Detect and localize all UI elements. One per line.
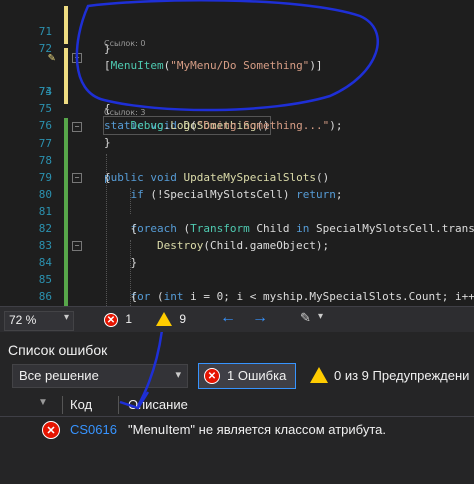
code-line[interactable]: 76 } xyxy=(0,100,474,149)
code-line[interactable]: 71 } xyxy=(0,6,474,55)
arrow-right-icon[interactable]: → xyxy=(252,309,268,327)
arrow-left-icon[interactable]: ← xyxy=(220,309,236,327)
code-line[interactable]: 72 [MenuItem("MyMenu/Do Something")] xyxy=(0,23,474,72)
collapse-icon[interactable]: − xyxy=(72,241,82,251)
code-line[interactable]: 81 { xyxy=(0,186,474,235)
code-line[interactable]: 80 − foreach (Transform Child in Special… xyxy=(0,169,474,235)
warning-icon xyxy=(156,312,172,326)
code-line[interactable]: 77 − public void UpdateMySpecialSlots() xyxy=(0,118,474,184)
code-editor[interactable]: 71 } 72 [MenuItem("MyMenu/Do Something")… xyxy=(0,0,474,306)
errors-filter-label: 1 Ошибка xyxy=(227,368,287,383)
code-line[interactable]: 86 GameObject Cell = Instantiate(PrefabC… xyxy=(0,271,474,303)
error-code-link[interactable]: CS0616 xyxy=(70,422,117,437)
errors-count: 1 xyxy=(125,312,133,326)
code-column-header[interactable]: Код xyxy=(70,397,92,412)
code-line[interactable]: 82 Destroy(Child.gameObject); xyxy=(0,203,474,252)
warnings-indicator[interactable]: 9 xyxy=(156,312,186,330)
zoom-dropdown[interactable]: 72 % ▾ xyxy=(4,311,74,331)
column-divider xyxy=(118,396,119,414)
error-icon: ✕ xyxy=(42,421,60,439)
code-line[interactable]: 79 if (!SpecialMySlotsCell) return; xyxy=(0,152,474,201)
error-description: "MenuItem" не является классом атрибута. xyxy=(128,422,386,437)
error-list-panel: Список ошибок Все решение ▾ ✕ 1 Ошибка 0… xyxy=(0,332,474,484)
lightbulb-icon[interactable]: ✎ xyxy=(48,49,55,66)
code-line[interactable]: 83 } xyxy=(0,220,474,269)
scope-value: Все решение xyxy=(19,368,99,383)
code-line[interactable]: 75 Debug.Log("Doing Something..."); xyxy=(0,83,474,132)
zoom-level: 72 % xyxy=(9,313,37,327)
editor-status-bar: 72 % ▾ ✕ 1 9 ← → ✎ ▾ xyxy=(0,306,474,333)
errors-filter-button[interactable]: ✕ 1 Ошибка xyxy=(198,363,296,389)
code-line[interactable]: 87 Cell.transform.SetParent(SpecialMySlo… xyxy=(0,288,474,305)
code-line[interactable]: 74 { xyxy=(0,66,474,115)
collapse-icon[interactable]: − xyxy=(72,53,82,63)
errors-indicator[interactable]: ✕ 1 xyxy=(104,312,132,330)
filter-icon[interactable]: ▼ xyxy=(38,397,48,408)
warning-icon xyxy=(310,367,328,383)
collapse-icon[interactable]: − xyxy=(72,173,82,183)
column-divider xyxy=(62,396,63,414)
brush-icon[interactable]: ✎ xyxy=(300,310,311,326)
code-line[interactable]: 78 { xyxy=(0,135,474,184)
error-icon: ✕ xyxy=(204,368,220,384)
chevron-down-icon[interactable]: ▾ xyxy=(318,311,323,322)
table-row[interactable]: ✕ CS0616 "MenuItem" не является классом … xyxy=(0,418,474,440)
chevron-down-icon: ▾ xyxy=(175,369,181,381)
code-line[interactable]: ✎ 73 − static void DoSomething() xyxy=(0,49,474,135)
error-icon: ✕ xyxy=(104,313,118,327)
scope-dropdown[interactable]: Все решение ▾ xyxy=(12,364,188,388)
code-line[interactable]: 85 { xyxy=(0,254,474,303)
warnings-count: 9 xyxy=(179,312,187,326)
description-column-header[interactable]: Описание xyxy=(128,397,188,412)
warnings-filter-button[interactable]: 0 из 9 Предупреждени xyxy=(306,365,474,387)
table-header: ▼ Код Описание xyxy=(0,394,474,417)
collapse-icon[interactable]: − xyxy=(72,122,82,132)
warnings-filter-label: 0 из 9 Предупреждени xyxy=(334,368,470,383)
code-line[interactable]: 84 − for (int i = 0; i < myship.MySpecia… xyxy=(0,237,474,303)
chevron-down-icon: ▾ xyxy=(63,312,69,323)
panel-title: Список ошибок xyxy=(8,342,108,358)
